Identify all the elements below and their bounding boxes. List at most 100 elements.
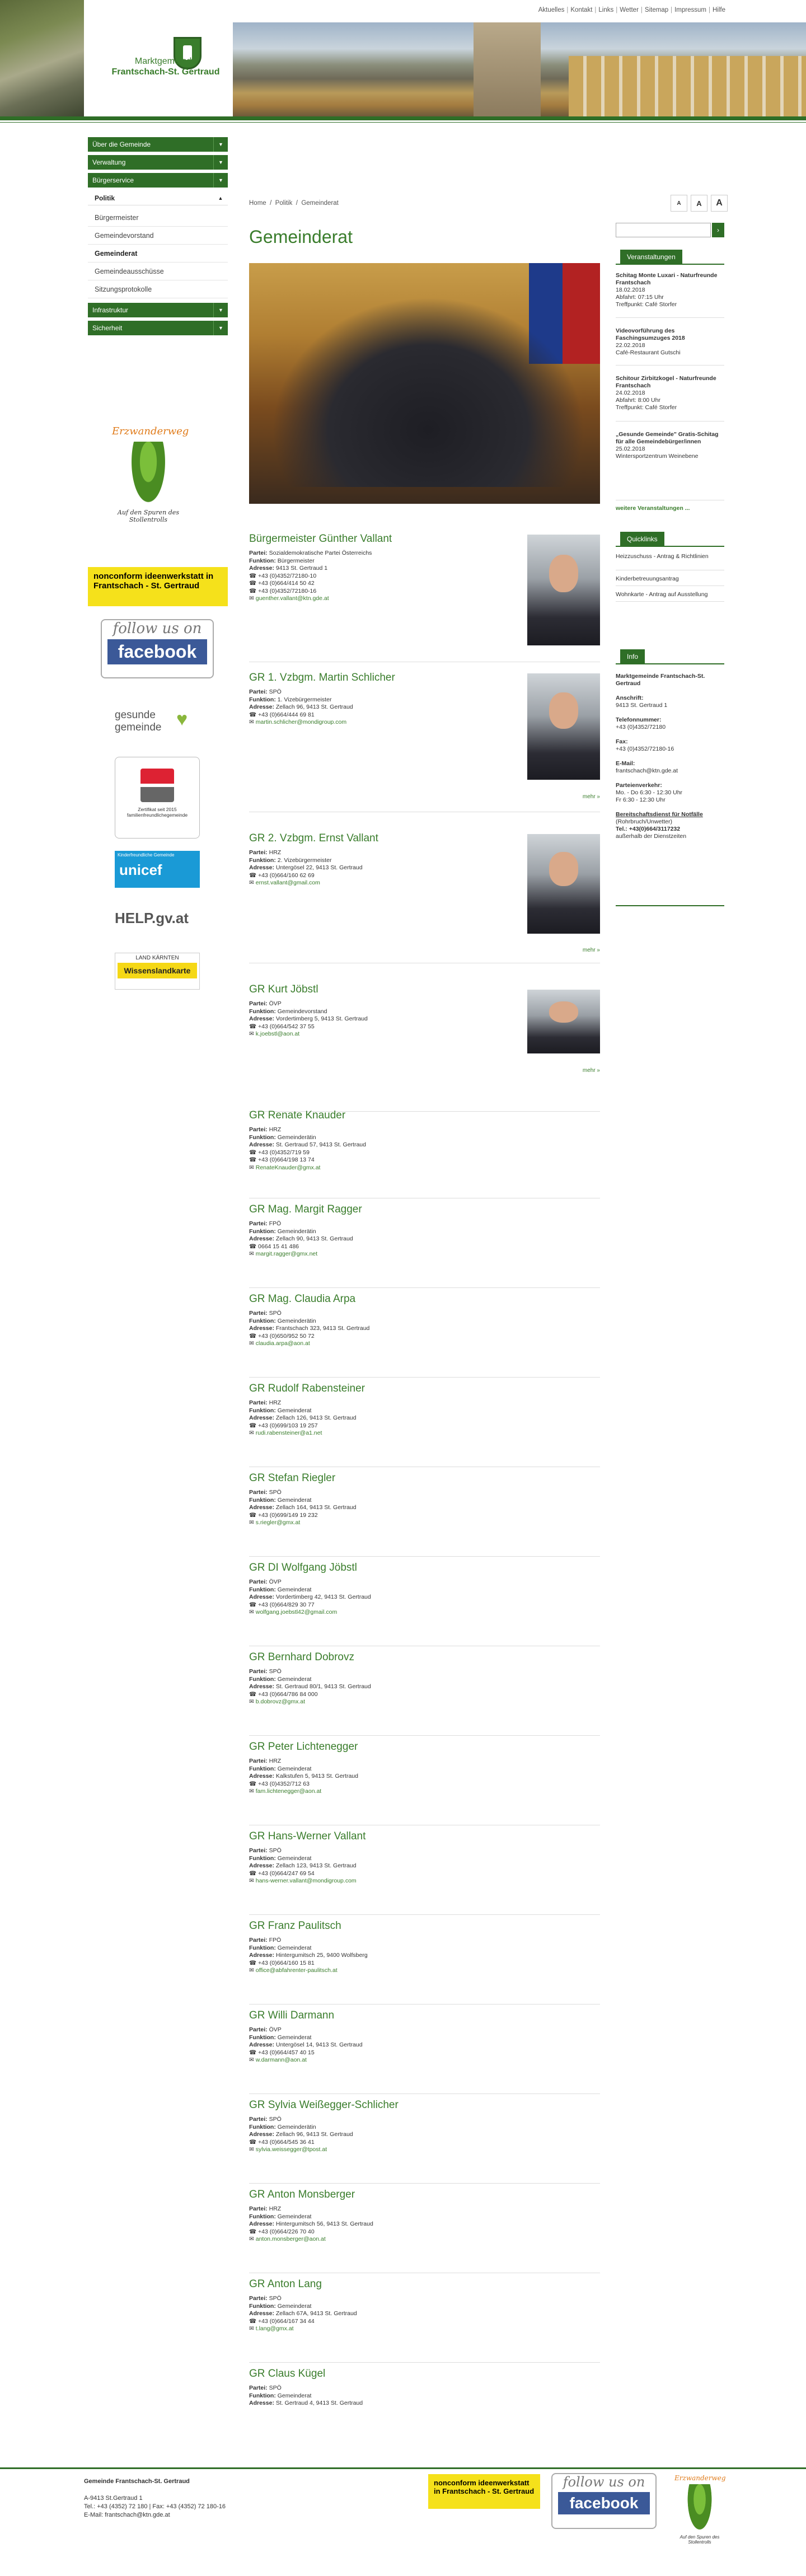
event-item[interactable]: „Gesunde Gemeinde" Gratis-Schitag für al… bbox=[616, 431, 722, 460]
nav-item-sicherheit[interactable]: Sicherheit ▼ bbox=[88, 321, 228, 335]
topnav-link[interactable]: Kontakt bbox=[568, 7, 594, 13]
text-size-medium-button[interactable]: A bbox=[691, 195, 707, 212]
unicef-badge[interactable]: Kinderfreundliche Gemeinde unicef bbox=[115, 851, 200, 888]
logo[interactable]: Marktgemeinde Frantschach-St. Gertraud bbox=[84, 0, 233, 116]
member-phone[interactable]: ☎ +43 (0)664/457 40 15 bbox=[249, 2049, 600, 2057]
portrait-face bbox=[549, 852, 578, 886]
building-image bbox=[569, 56, 806, 116]
member-phone[interactable]: ☎ +43 (0)664/226 70 40 bbox=[249, 2228, 600, 2236]
member-email[interactable]: ✉ RenateKnauder@gmx.at bbox=[249, 1164, 600, 1172]
search-input[interactable] bbox=[616, 223, 711, 237]
nav-item-ueber[interactable]: Über die Gemeinde ▼ bbox=[88, 137, 228, 152]
member-adresse: Adresse: St. Gertraud 4, 9413 St. Gertra… bbox=[249, 2400, 363, 2406]
event-item[interactable]: Schitour Zirbitzkogel - Naturfreunde Fra… bbox=[616, 375, 722, 411]
member-email[interactable]: ✉ w.darmann@aon.at bbox=[249, 2057, 600, 2064]
quicklink[interactable]: Kinderbetreuungsantrag bbox=[616, 575, 722, 583]
familienfreundlich-badge[interactable]: Zertifikat seit 2015 familienfreundliche… bbox=[115, 757, 200, 839]
member-email[interactable]: ✉ rudi.rabensteiner@a1.net bbox=[249, 1430, 600, 1437]
more-events-link[interactable]: weitere Veranstaltungen ... bbox=[616, 505, 722, 512]
wissenslandkarte-badge[interactable]: LAND KÄRNTEN Wissenslandkarte bbox=[115, 953, 200, 990]
help-gv-badge[interactable]: HELP.gv.at bbox=[115, 910, 204, 932]
footer-facebook-badge[interactable]: follow us on facebook bbox=[551, 2473, 657, 2529]
quicklink[interactable]: Wohnkarte - Antrag auf Ausstellung bbox=[616, 591, 722, 598]
member-email[interactable]: ✉ wolfgang.joebstl42@gmail.com bbox=[249, 1609, 600, 1617]
member-phone[interactable]: ☎ 0664 15 41 486 bbox=[249, 1243, 600, 1251]
footer-erzwanderweg-badge[interactable]: Erzwanderweg Auf den Spuren des Stollent… bbox=[674, 2474, 726, 2558]
topnav-link[interactable]: Wetter bbox=[617, 7, 641, 13]
gesunde-gemeinde-badge[interactable]: gesunde gemeinde ♥ bbox=[115, 709, 204, 743]
member-phone[interactable]: ☎ +43 (0)664/160 15 81 bbox=[249, 1960, 600, 1968]
erzwanderweg-badge[interactable]: Erzwanderweg Auf den Spuren des Stollent… bbox=[112, 425, 189, 546]
nav-item-buergerservice[interactable]: Bürgerservice ▼ bbox=[88, 173, 228, 188]
facebook-badge[interactable]: follow us on facebook bbox=[101, 619, 214, 678]
member-entry: GR 2. Vzbgm. Ernst Vallant Partei: HRZ Fun… bbox=[249, 832, 600, 963]
chevron-down-icon[interactable]: ▼ bbox=[213, 155, 228, 170]
member-email[interactable]: ✉ margit.ragger@gmx.net bbox=[249, 1250, 600, 1258]
fb-follow-text: follow us on bbox=[563, 2474, 645, 2490]
more-link[interactable]: mehr » bbox=[583, 947, 600, 953]
chevron-down-icon[interactable]: ▼ bbox=[213, 137, 228, 152]
event-item[interactable]: Videovorführung des Faschingsumzuges 201… bbox=[616, 327, 722, 357]
nav-sub-gemeindevorstand[interactable]: Gemeindevorstand bbox=[88, 227, 228, 245]
quicklink[interactable]: Heizzuschuss - Antrag & Richtlinien bbox=[616, 553, 722, 560]
member-phone[interactable]: ☎ +43 (0)4352/712 63 bbox=[249, 1781, 600, 1788]
member-email[interactable]: ✉ hans-werner.vallant@mondigroup.com bbox=[249, 1877, 600, 1885]
nav-sub-gemeinderat[interactable]: Gemeinderat bbox=[88, 245, 228, 263]
text-size-large-button[interactable]: A bbox=[711, 195, 728, 212]
topnav-link[interactable]: Links bbox=[596, 7, 616, 13]
member-email[interactable]: ✉ sylvia.weissegger@tpost.at bbox=[249, 2146, 600, 2154]
nav-sub-buergermeister[interactable]: Bürgermeister bbox=[88, 209, 228, 227]
chevron-down-icon[interactable]: ▼ bbox=[213, 303, 228, 317]
nav-sub-protokolle[interactable]: Sitzungsprotokolle bbox=[88, 280, 228, 298]
erz-title: Erzwanderweg bbox=[112, 425, 189, 437]
breadcrumb-home[interactable]: Home bbox=[249, 200, 266, 207]
member-funktion: Funktion: Gemeinderätin bbox=[249, 1134, 316, 1141]
member-phone[interactable]: ☎ +43 (0)699/103 19 257 bbox=[249, 1422, 600, 1430]
nav-sub-ausschuesse[interactable]: Gemeindeausschüsse bbox=[88, 263, 228, 280]
member-email[interactable]: ✉ t.lang@gmx.at bbox=[249, 2325, 600, 2333]
member-phone[interactable]: ☎ +43 (0)4352/719 59 bbox=[249, 1149, 600, 1157]
text-size-small-button[interactable]: A bbox=[671, 195, 687, 212]
member-email[interactable]: ✉ claudia.arpa@aon.at bbox=[249, 1340, 600, 1348]
more-link[interactable]: mehr » bbox=[583, 1067, 600, 1074]
more-link[interactable]: mehr » bbox=[583, 794, 600, 800]
topnav-link[interactable]: Aktuelles bbox=[536, 7, 567, 13]
breadcrumb-politik[interactable]: Politik bbox=[275, 200, 293, 207]
nav-item-infrastruktur[interactable]: Infrastruktur ▼ bbox=[88, 303, 228, 317]
nav-item-politik[interactable]: Politik ▲ bbox=[88, 191, 228, 205]
member-phone[interactable]: ☎ +43 (0)664/829 30 77 bbox=[249, 1601, 600, 1609]
phone-icon: ☎ bbox=[249, 1156, 257, 1163]
nav-item-verwaltung[interactable]: Verwaltung ▼ bbox=[88, 155, 228, 170]
topnav-link[interactable]: Hilfe bbox=[710, 7, 728, 13]
member-phone[interactable]: ☎ +43 (0)664/198 13 74 bbox=[249, 1156, 600, 1164]
phone-icon: ☎ bbox=[249, 872, 257, 879]
member-email[interactable]: ✉ fam.lichtenegger@aon.at bbox=[249, 1788, 600, 1796]
member-email[interactable]: ✉ b.dobrovz@gmx.at bbox=[249, 1698, 600, 1706]
chevron-down-icon[interactable]: ▼ bbox=[213, 173, 228, 188]
member-phone[interactable]: ☎ +43 (0)664/167 34 44 bbox=[249, 2318, 600, 2326]
member-email[interactable]: ✉ office@abfahrenter-paulitsch.at bbox=[249, 1967, 600, 1975]
member-partei: Partei: HRZ bbox=[249, 2205, 282, 2212]
member-phone[interactable]: ☎ +43 (0)699/149 19 232 bbox=[249, 1512, 600, 1520]
member-entry: GR Franz Paulitsch Partei: FPÖ Funktion: G… bbox=[249, 1920, 600, 2004]
info-email-link[interactable]: frantschach@ktn.gde.at bbox=[616, 767, 678, 774]
chevron-down-icon[interactable]: ▼ bbox=[213, 321, 228, 335]
topnav-link[interactable]: Impressum bbox=[672, 7, 709, 13]
member-phone[interactable]: ☎ +43 (0)664/247 69 54 bbox=[249, 1870, 600, 1878]
member-entry: GR Hans-Werner Vallant Partei: SPÖ Funktio… bbox=[249, 1830, 600, 1915]
member-email[interactable]: ✉ anton.monsberger@aon.at bbox=[249, 2236, 600, 2244]
member-email[interactable]: ✉ s.riegler@gmx.at bbox=[249, 1519, 600, 1527]
event-item[interactable]: Schitag Monte Luxari - Naturfreunde Fran… bbox=[616, 272, 722, 308]
search-button[interactable]: › bbox=[712, 223, 724, 237]
member-phone[interactable]: ☎ +43 (0)664/545 36 41 bbox=[249, 2139, 600, 2147]
member-portrait bbox=[527, 673, 600, 780]
topnav-link[interactable]: Sitemap bbox=[643, 7, 671, 13]
chevron-up-icon[interactable]: ▲ bbox=[213, 191, 228, 205]
member-partei: Partei: SPÖ bbox=[249, 2385, 282, 2391]
footer-nonconform-badge[interactable]: nonconform ideenwerkstatt in Frantschach… bbox=[428, 2474, 540, 2509]
member-phone[interactable]: ☎ +43 (0)664/786 84 000 bbox=[249, 1691, 600, 1699]
nonconform-badge[interactable]: nonconform ideenwerkstatt in Frantschach… bbox=[88, 567, 228, 606]
phone-icon: ☎ bbox=[249, 580, 257, 587]
member-phone[interactable]: ☎ +43 (0)650/952 50 72 bbox=[249, 1333, 600, 1341]
header: Marktgemeinde Frantschach-St. Gertraud bbox=[0, 0, 806, 116]
